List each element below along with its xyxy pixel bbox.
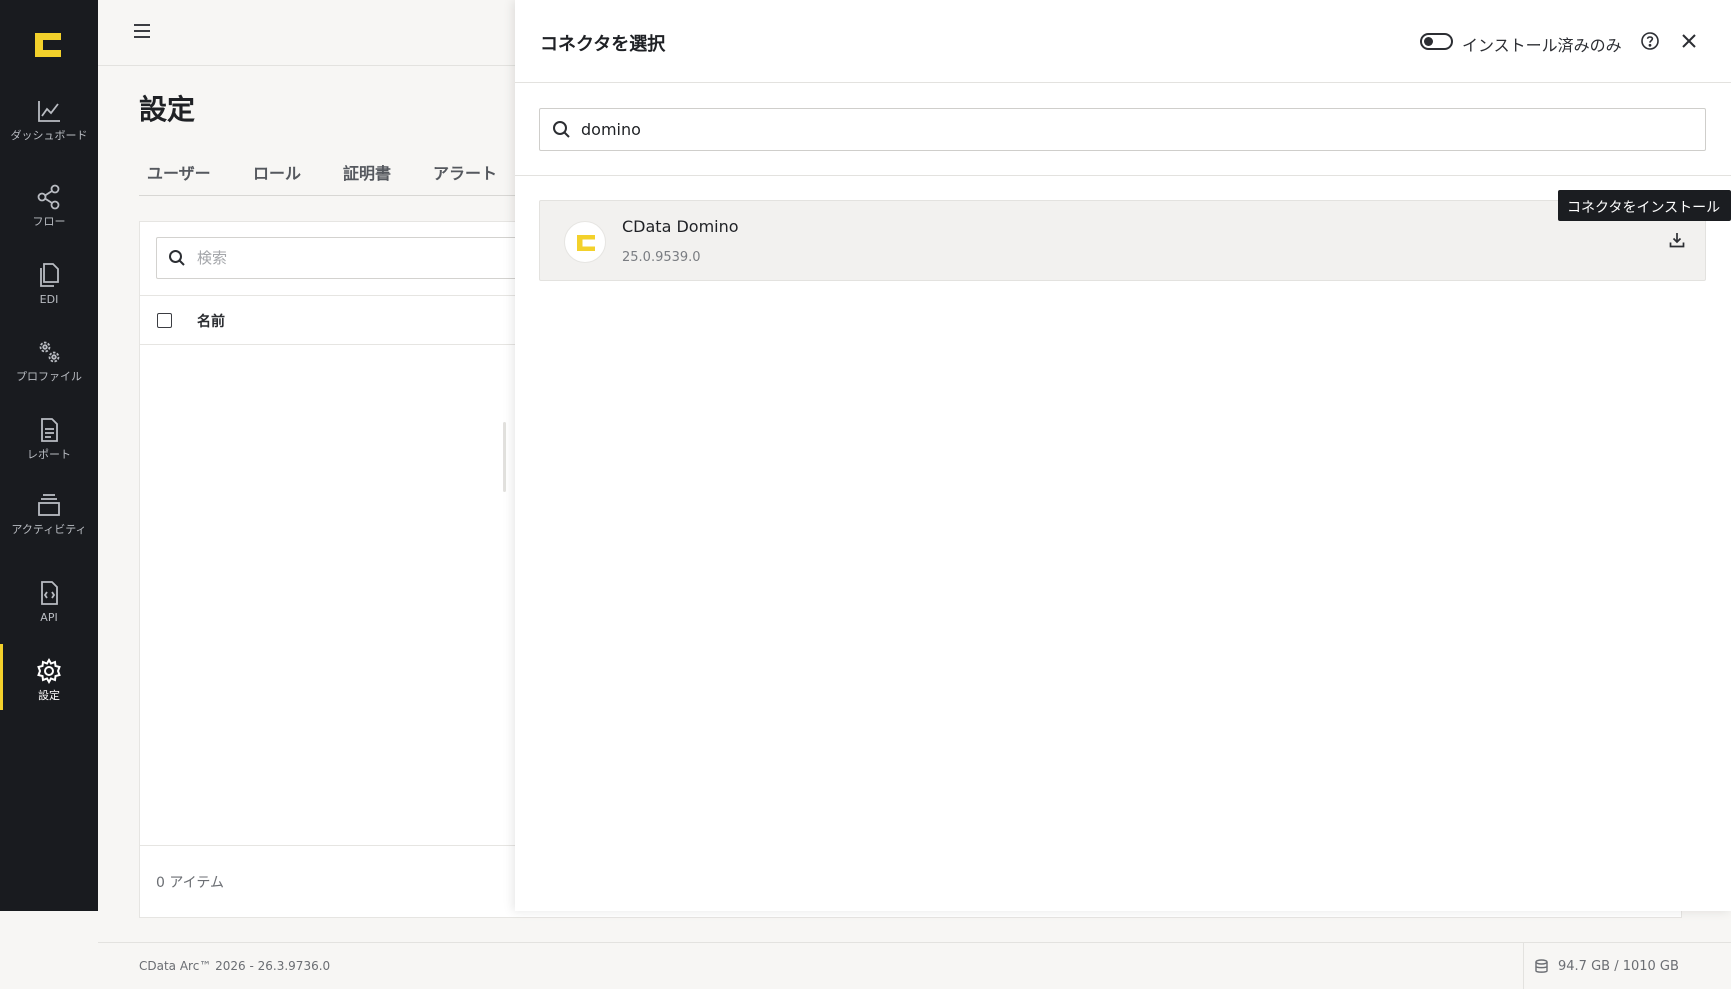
settings-tabs: ユーザー ロール 証明書 アラート — [139, 150, 519, 196]
storage-text: 94.7 GB / 1010 GB — [1558, 959, 1679, 974]
installed-only-label[interactable]: インストール済みのみ — [1462, 32, 1622, 56]
drawer-header: コネクタを選択 インストール済みのみ — [515, 0, 1731, 83]
sidebar: ダッシュボード フロー EDI プロファイル レポート アクティビティ API … — [0, 0, 98, 911]
connector-search-box — [539, 108, 1706, 151]
connector-version: 25.0.9539.0 — [622, 250, 701, 265]
chart-line-icon — [38, 101, 60, 122]
connector-card[interactable]: CData Domino 25.0.9539.0 — [539, 200, 1706, 281]
connector-search-input[interactable] — [581, 109, 1691, 150]
list-search-input[interactable] — [197, 238, 557, 278]
close-icon[interactable] — [1679, 31, 1699, 51]
sidebar-item-label: アクティビティ — [11, 523, 87, 536]
database-icon — [1535, 959, 1548, 973]
select-all-checkbox[interactable] — [157, 313, 172, 328]
search-icon — [553, 121, 570, 138]
sidebar-item-edi[interactable]: EDI — [0, 260, 98, 306]
tab-roles[interactable]: ロール — [253, 160, 301, 184]
sidebar-item-reports[interactable]: レポート — [0, 415, 98, 461]
gears-icon — [39, 341, 60, 363]
menu-icon[interactable] — [134, 24, 150, 38]
api-file-icon — [41, 581, 58, 605]
sidebar-item-label: ダッシュボード — [10, 129, 88, 142]
cdata-logo-icon[interactable] — [32, 30, 64, 60]
top-bar — [98, 0, 518, 66]
sidebar-item-label: EDI — [39, 293, 59, 306]
sidebar-item-flows[interactable]: フロー — [0, 182, 98, 228]
tab-alerts[interactable]: アラート — [433, 160, 497, 184]
sidebar-item-label: API — [40, 611, 58, 624]
toggle-knob — [1424, 37, 1433, 46]
gear-icon — [37, 657, 61, 685]
sidebar-item-profile[interactable]: プロファイル — [0, 337, 98, 383]
sidebar-item-api[interactable]: API — [0, 578, 98, 624]
help-icon[interactable] — [1640, 31, 1660, 51]
report-icon — [41, 418, 58, 442]
connector-logo — [564, 221, 606, 263]
download-icon[interactable] — [1668, 231, 1686, 249]
item-count: 0 アイテム — [156, 875, 224, 891]
install-connector-tooltip: コネクタをインストール — [1558, 190, 1731, 221]
sidebar-item-label: プロファイル — [16, 370, 82, 383]
installed-only-toggle[interactable] — [1420, 33, 1453, 50]
documents-icon — [40, 263, 59, 287]
share-nodes-icon — [37, 184, 60, 210]
sidebar-item-label: フロー — [32, 215, 66, 228]
status-bar: CData Arc™ 2026 - 26.3.9736.0 94.7 GB / … — [98, 942, 1731, 989]
storage-indicator: 94.7 GB / 1010 GB — [1523, 943, 1731, 989]
sidebar-item-activity[interactable]: アクティビティ — [0, 490, 98, 536]
sidebar-item-label: レポート — [27, 448, 71, 461]
page-title: 設定 — [139, 93, 196, 126]
cdata-logo-icon — [577, 235, 595, 251]
drawer-title: コネクタを選択 — [540, 34, 666, 55]
sidebar-item-dashboard[interactable]: ダッシュボード — [0, 96, 98, 142]
select-connector-drawer: コネクタを選択 インストール済みのみ CData Domino 25.0.953… — [515, 0, 1731, 911]
tab-users[interactable]: ユーザー — [147, 160, 211, 184]
activity-stack-icon — [38, 494, 60, 516]
sidebar-item-settings[interactable]: 設定 — [0, 644, 98, 710]
list-search-box — [156, 237, 576, 279]
tab-certificates[interactable]: 証明書 — [343, 160, 391, 184]
scrollbar[interactable] — [503, 422, 506, 492]
search-icon — [169, 250, 185, 266]
connector-name: CData Domino — [622, 217, 739, 236]
column-header-name[interactable]: 名前 — [197, 311, 225, 331]
sidebar-item-label: 設定 — [38, 689, 60, 702]
version-text: CData Arc™ 2026 - 26.3.9736.0 — [139, 959, 331, 973]
divider — [515, 175, 1731, 176]
